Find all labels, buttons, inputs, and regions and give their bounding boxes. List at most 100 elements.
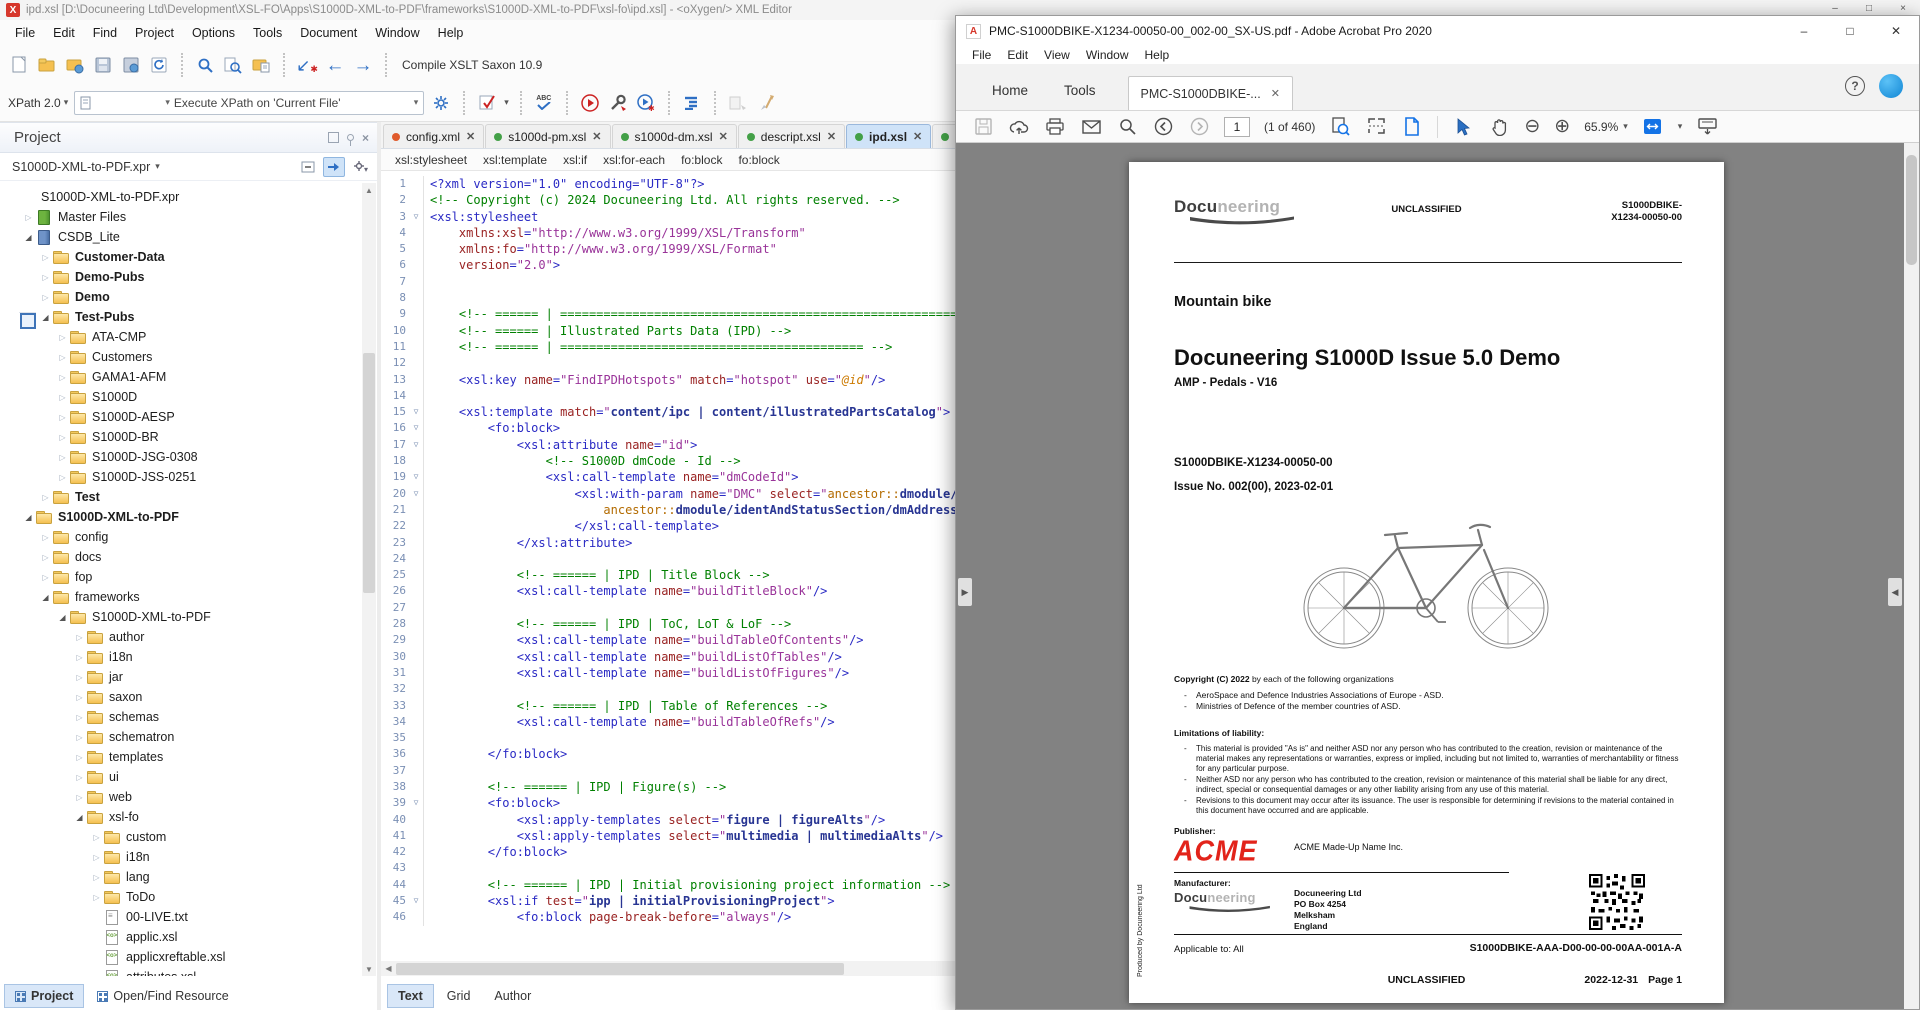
share-cloud-icon[interactable] xyxy=(1008,116,1030,138)
scroll-down-icon[interactable]: ▼ xyxy=(362,962,376,976)
code-line[interactable]: 8 xyxy=(381,290,955,306)
code-line[interactable]: 36 </fo:block> xyxy=(381,746,955,762)
zoom-in-icon[interactable]: ⊕ xyxy=(1554,117,1570,136)
code-line[interactable]: 34 <xsl:call-template name="buildTableOf… xyxy=(381,714,955,730)
format-indent-icon[interactable] xyxy=(681,92,703,114)
tree-expander-icon[interactable] xyxy=(38,553,53,562)
maximize-icon[interactable]: □ xyxy=(1827,16,1873,46)
search-icon[interactable] xyxy=(1116,116,1138,138)
close-tab-icon[interactable]: ✕ xyxy=(827,130,836,143)
code-line[interactable]: 46 <fo:block page-break-before="always"/… xyxy=(381,909,955,925)
menu-item[interactable]: Find xyxy=(84,22,126,44)
editor-tab[interactable]: descript.xsl ✕ xyxy=(738,124,845,148)
menu-item[interactable]: Options xyxy=(183,22,244,44)
close-tab-icon[interactable]: ✕ xyxy=(466,130,475,143)
code-line[interactable]: 42 </fo:block> xyxy=(381,844,955,860)
code-line[interactable]: 12 xyxy=(381,355,955,371)
avatar[interactable] xyxy=(1879,74,1903,98)
panel-tab[interactable]: Project xyxy=(4,984,84,1008)
minimize-icon[interactable]: – xyxy=(1818,0,1852,16)
project-settings-gear-icon[interactable]: ▾ xyxy=(349,157,371,177)
tree-expander-icon[interactable] xyxy=(72,693,87,702)
code-line[interactable]: 24 xyxy=(381,551,955,567)
code-line[interactable]: 30 <xsl:call-template name="buildListOfT… xyxy=(381,649,955,665)
tree-expander-icon[interactable] xyxy=(72,713,87,722)
tab-home[interactable]: Home xyxy=(974,83,1046,110)
scrollbar-thumb[interactable] xyxy=(363,353,375,593)
scroll-up-icon[interactable]: ▲ xyxy=(362,183,376,197)
code-line[interactable]: 40 <xsl:apply-templates select="figure |… xyxy=(381,812,955,828)
tree-expander-icon[interactable] xyxy=(55,613,70,622)
code-line[interactable]: 26 <xsl:call-template name="buildTitleBl… xyxy=(381,583,955,599)
tree-item[interactable]: web xyxy=(0,787,361,807)
menu-item[interactable]: Edit xyxy=(44,22,84,44)
code-line[interactable]: 43 xyxy=(381,860,955,876)
maximize-icon[interactable]: □ xyxy=(1852,0,1886,16)
close-tab-icon[interactable]: ✕ xyxy=(719,130,728,143)
tree-expander-icon[interactable] xyxy=(38,593,53,602)
code-line[interactable]: 7 xyxy=(381,274,955,290)
zoom-level-select[interactable]: 65.9%▾ xyxy=(1584,120,1628,134)
tree-expander-icon[interactable] xyxy=(55,473,70,482)
tree-expander-icon[interactable] xyxy=(72,733,87,742)
xpath-version-selector[interactable]: XPath 2.0▾ xyxy=(8,96,68,110)
menu-item[interactable]: Project xyxy=(126,22,183,44)
fit-options-dropdown-icon[interactable]: ▾ xyxy=(1678,121,1683,132)
new-document-icon[interactable] xyxy=(8,54,30,76)
tree-item[interactable]: applic.xsl xyxy=(0,927,361,947)
tree-expander-icon[interactable] xyxy=(21,213,36,222)
tree-item[interactable]: Demo-Pubs xyxy=(0,267,361,287)
editor-horizontal-scrollbar[interactable]: ◀ xyxy=(381,961,955,976)
next-view-icon[interactable] xyxy=(1188,116,1210,138)
link-with-editor-icon[interactable] xyxy=(323,157,345,177)
tree-expander-icon[interactable] xyxy=(38,573,53,582)
close-tab-icon[interactable]: ✕ xyxy=(592,130,601,143)
tree-item[interactable]: GAMA1-AFM xyxy=(0,367,361,387)
tree-expander-icon[interactable] xyxy=(72,773,87,782)
tree-item[interactable]: fop xyxy=(0,567,361,587)
code-line[interactable]: 22 </xsl:call-template> xyxy=(381,518,955,534)
configure-transformation-icon[interactable] xyxy=(607,92,629,114)
tree-item[interactable]: i18n xyxy=(0,647,361,667)
associate-xslt-icon[interactable] xyxy=(727,92,749,114)
tree-expander-icon[interactable] xyxy=(55,333,70,342)
editor-tab[interactable]: s1000d-dm.xsl ✕ xyxy=(612,124,737,148)
code-line[interactable]: 25 <!-- ====== | IPD | Title Block --> xyxy=(381,567,955,583)
search-icon[interactable] xyxy=(194,54,216,76)
validate-icon[interactable] xyxy=(476,92,498,114)
breadcrumb-item[interactable]: xsl:if xyxy=(563,153,587,167)
code-line[interactable]: 5 xmlns:fo="http://www.w3.org/1999/XSL/F… xyxy=(381,241,955,257)
panel-tab[interactable]: Open/Find Resource xyxy=(86,984,239,1008)
tree-expander-icon[interactable] xyxy=(55,453,70,462)
apply-transformation-icon[interactable] xyxy=(579,92,601,114)
tree-item[interactable]: schematron xyxy=(0,727,361,747)
tree-item[interactable]: i18n xyxy=(0,847,361,867)
tree-expander-icon[interactable] xyxy=(72,633,87,642)
tree-expander-icon[interactable] xyxy=(55,393,70,402)
tree-item[interactable]: S1000D-BR xyxy=(0,427,361,447)
code-line[interactable]: 29 <xsl:call-template name="buildTableOf… xyxy=(381,632,955,648)
code-line[interactable]: 27 xyxy=(381,600,955,616)
expand-right-pane-icon[interactable]: ◀ xyxy=(1888,578,1902,606)
tree-item[interactable]: Demo xyxy=(0,287,361,307)
last-edit-location-icon[interactable]: ↙✱ xyxy=(296,54,318,76)
tree-expander-icon[interactable] xyxy=(55,353,70,362)
email-icon[interactable] xyxy=(1080,116,1102,138)
code-line[interactable]: 14 xyxy=(381,388,955,404)
tree-expander-icon[interactable] xyxy=(21,513,36,522)
tree-item[interactable]: 00-LIVE.txt xyxy=(0,907,361,927)
tree-item[interactable]: Test-Pubs xyxy=(0,307,361,327)
collapse-all-icon[interactable] xyxy=(297,157,319,177)
code-line[interactable]: 6 version="2.0"> xyxy=(381,257,955,273)
tree-item[interactable]: applicxreftable.xsl xyxy=(0,947,361,967)
editor-tab[interactable]: ipd.xsl ✕ xyxy=(846,124,931,148)
hand-tool-icon[interactable] xyxy=(1488,116,1510,138)
menu-item[interactable]: File xyxy=(964,48,999,62)
code-line[interactable]: 31 <xsl:call-template name="buildListOfF… xyxy=(381,665,955,681)
save-all-icon[interactable] xyxy=(120,54,142,76)
tree-expander-icon[interactable] xyxy=(89,893,104,902)
tree-item[interactable]: S1000D-JSS-0251 xyxy=(0,467,361,487)
tree-expander-icon[interactable] xyxy=(89,873,104,882)
back-icon[interactable]: ← xyxy=(324,54,346,76)
tree-expander-icon[interactable] xyxy=(72,793,87,802)
